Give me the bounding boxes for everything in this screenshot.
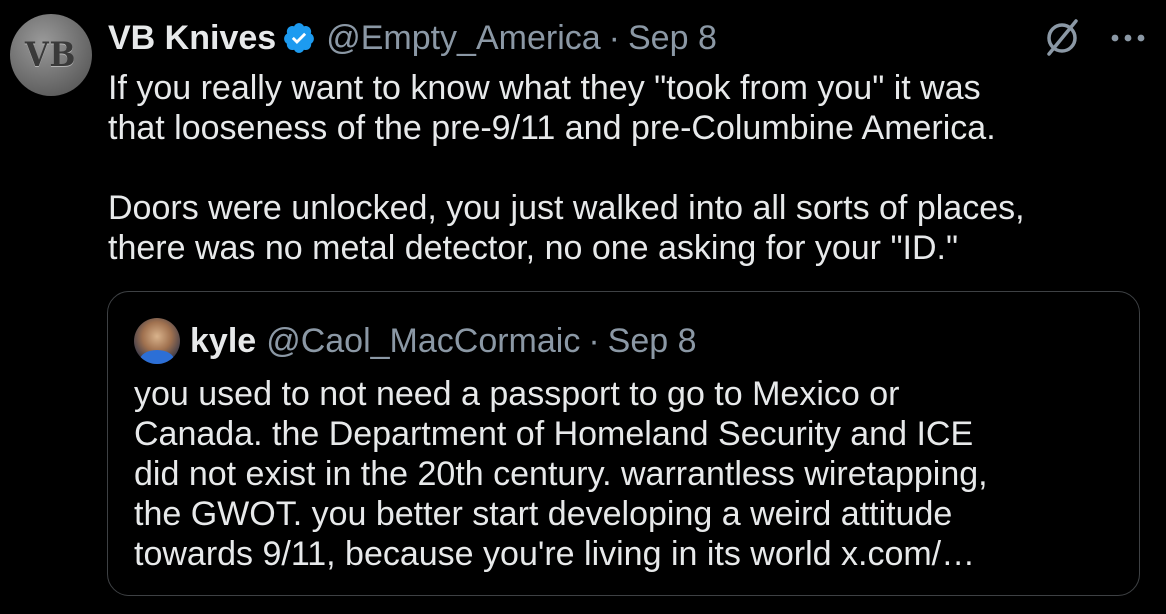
tweet-header: VB Knives @Empty_America · Sep 8 bbox=[108, 14, 717, 62]
quoted-avatar-shirt bbox=[140, 350, 174, 364]
quoted-separator-dot: · bbox=[588, 321, 600, 360]
avatar[interactable]: VB bbox=[10, 14, 92, 96]
quoted-tweet[interactable]: kyle @Caol_MacCormaic · Sep 8 you used t… bbox=[107, 291, 1140, 596]
quoted-display-name: kyle bbox=[190, 321, 257, 360]
quoted-date: Sep 8 bbox=[607, 321, 697, 360]
tweet-text: If you really want to know what they "to… bbox=[108, 69, 1025, 267]
tweet-date[interactable]: Sep 8 bbox=[628, 19, 717, 58]
display-name[interactable]: VB Knives bbox=[108, 19, 276, 58]
tweet-actions bbox=[1042, 18, 1146, 58]
quoted-tweet-header: kyle @Caol_MacCormaic · Sep 8 bbox=[134, 316, 697, 366]
more-icon[interactable] bbox=[1110, 32, 1146, 44]
handle[interactable]: @Empty_America bbox=[326, 19, 600, 58]
block-icon[interactable] bbox=[1042, 18, 1082, 58]
verified-badge-icon bbox=[282, 21, 316, 55]
quoted-handle: @Caol_MacCormaic bbox=[266, 321, 581, 360]
quoted-tweet-text: you used to not need a passport to go to… bbox=[134, 375, 988, 573]
tweet[interactable]: VB VB Knives @Empty_America · Sep 8 If y… bbox=[0, 0, 1166, 614]
avatar-logo-text: VB bbox=[25, 35, 77, 75]
quoted-avatar bbox=[134, 318, 180, 364]
separator-dot: · bbox=[608, 18, 620, 57]
